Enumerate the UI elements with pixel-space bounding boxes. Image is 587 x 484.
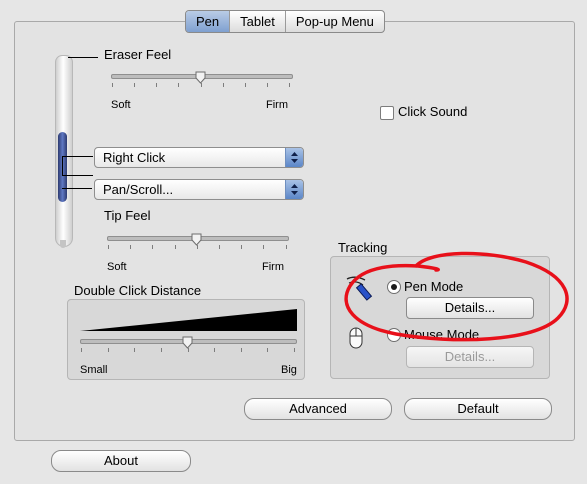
eraser-feel-label: Eraser Feel bbox=[104, 47, 172, 62]
popup-arrows-icon bbox=[285, 148, 303, 167]
pen-tip-graphic bbox=[60, 240, 66, 248]
double-click-small-label: Small bbox=[80, 364, 108, 376]
upper-switch-callout bbox=[62, 156, 93, 176]
eraser-callout-line bbox=[68, 57, 98, 58]
default-button[interactable]: Default bbox=[404, 398, 552, 420]
double-click-distance-ramp bbox=[80, 309, 297, 331]
tip-soft-label: Soft bbox=[107, 261, 127, 273]
lower-switch-popup[interactable]: Pan/Scroll... bbox=[94, 179, 304, 200]
click-sound-label: Click Sound bbox=[398, 104, 468, 119]
annotation-circle bbox=[336, 240, 576, 353]
lower-switch-callout bbox=[62, 188, 92, 189]
click-sound-checkbox[interactable] bbox=[380, 106, 394, 120]
double-click-distance-slider-thumb[interactable] bbox=[182, 336, 193, 349]
advanced-button[interactable]: Advanced bbox=[244, 398, 392, 420]
tab-popup-menu[interactable]: Pop-up Menu bbox=[286, 11, 384, 32]
tip-firm-label: Firm bbox=[262, 261, 284, 273]
tip-feel-label: Tip Feel bbox=[104, 208, 151, 223]
eraser-feel-slider-thumb[interactable] bbox=[195, 71, 206, 84]
double-click-distance-label: Double Click Distance bbox=[74, 283, 202, 298]
lower-switch-value: Pan/Scroll... bbox=[103, 182, 174, 197]
upper-switch-value: Right Click bbox=[103, 150, 166, 165]
tab-bar: Pen Tablet Pop-up Menu bbox=[185, 10, 385, 33]
eraser-soft-label: Soft bbox=[111, 99, 131, 111]
tab-tablet[interactable]: Tablet bbox=[230, 11, 286, 32]
popup-arrows-icon bbox=[285, 180, 303, 199]
about-button[interactable]: About bbox=[51, 450, 191, 472]
tab-pen[interactable]: Pen bbox=[186, 11, 231, 32]
tip-feel-slider-thumb[interactable] bbox=[191, 233, 202, 246]
double-click-big-label: Big bbox=[281, 364, 297, 376]
eraser-firm-label: Firm bbox=[266, 99, 288, 111]
upper-switch-popup[interactable]: Right Click bbox=[94, 147, 304, 168]
